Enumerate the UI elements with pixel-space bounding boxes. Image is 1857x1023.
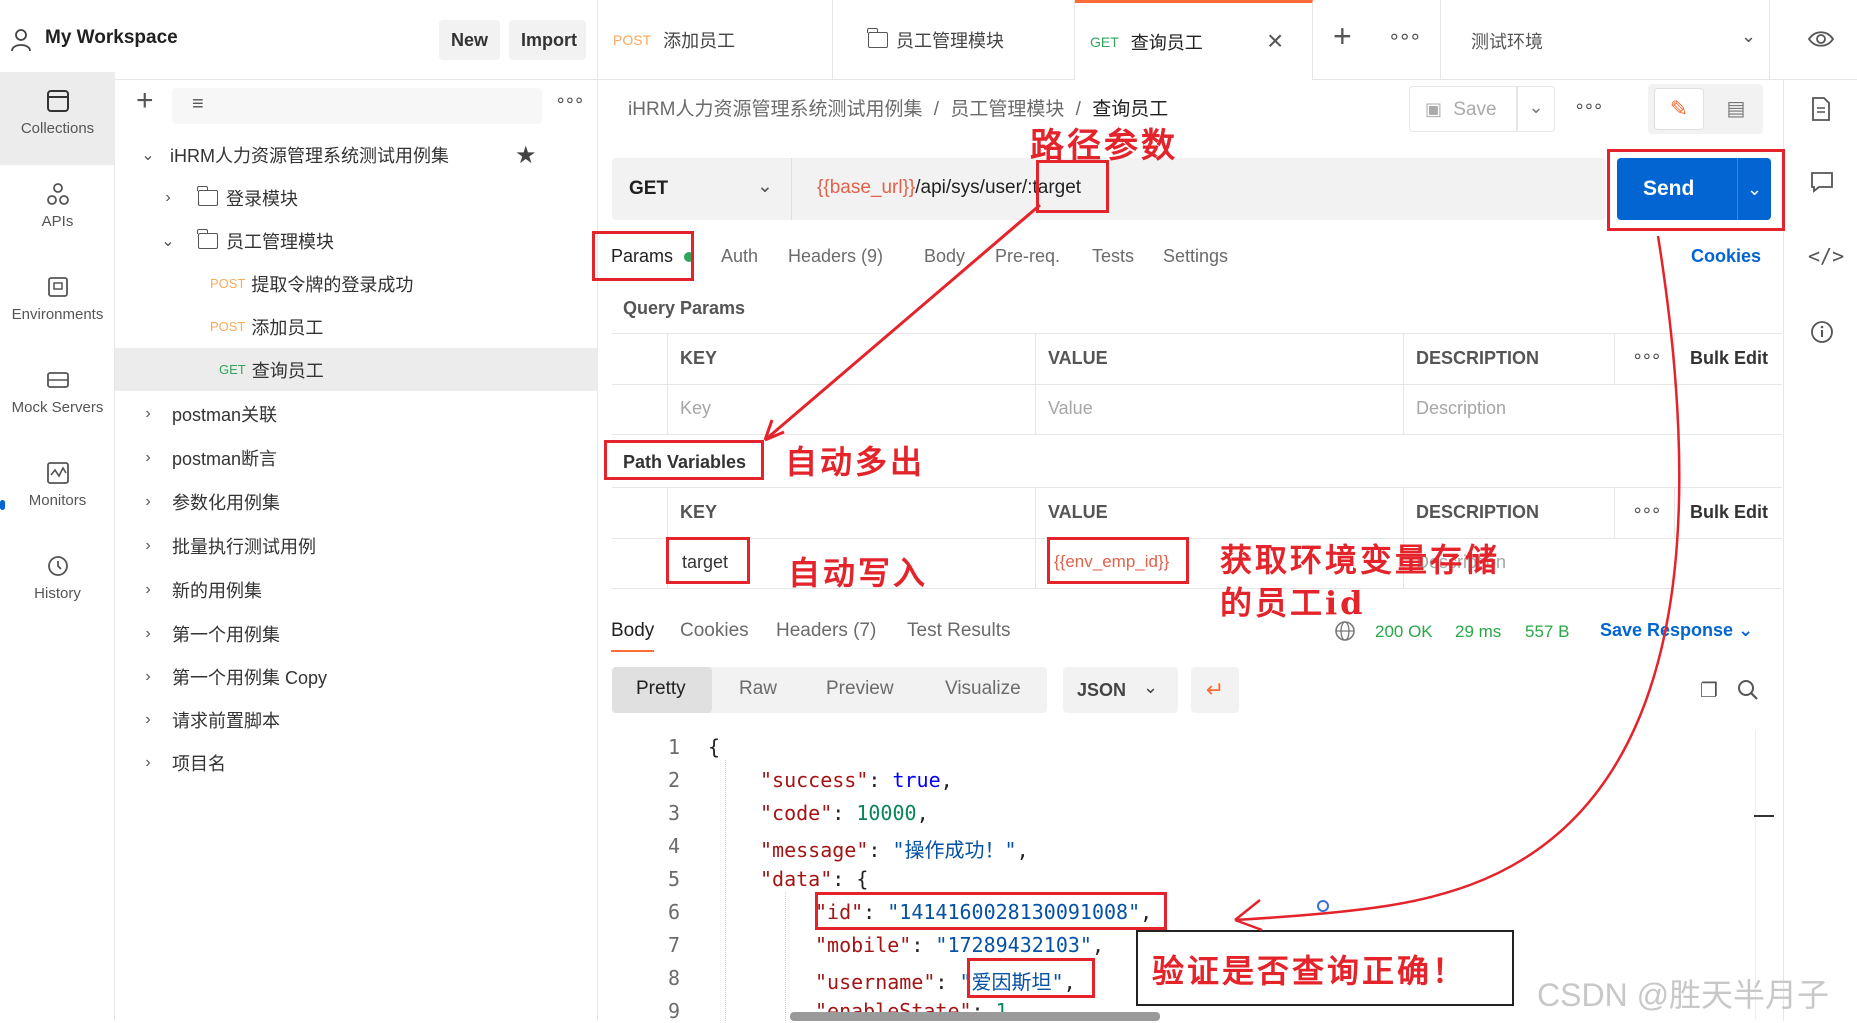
- watermark: CSDN @胜天半月子: [1537, 977, 1830, 1013]
- annotation-arrows: [763, 203, 1681, 932]
